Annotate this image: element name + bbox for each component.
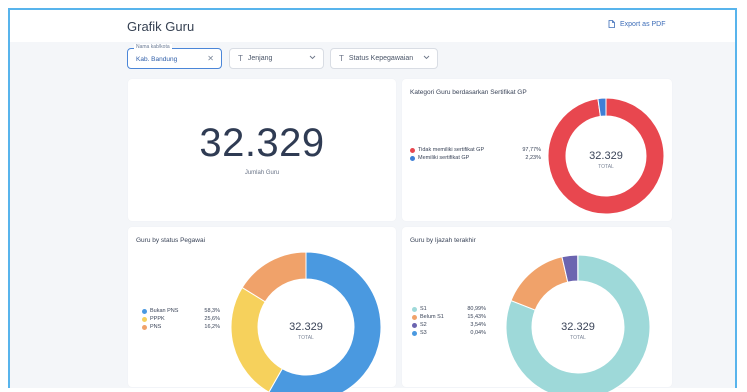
donut-center-label: TOTAL [598,164,614,170]
legend-dot [412,315,417,320]
legend-percent: 0,04% [458,330,486,336]
legend-percent: 3,54% [458,322,486,328]
donut-center-value: 32.329 [289,321,323,333]
legend-item: S3 0,04% [412,329,486,337]
level-filter[interactable]: T Jenjang [229,48,324,69]
legend-percent: 2,23% [516,155,541,161]
legend-percent: 25,6% [190,316,220,322]
donut-slice-pppk[interactable] [231,288,282,392]
certificate-chart-title: Kategori Guru berdasarkan Sertifikat GP [410,89,527,96]
clear-icon[interactable]: ✕ [207,54,214,63]
certificate-legend: Tidak memiliki sertifikat GP 97,77% Memi… [410,146,541,162]
region-filter-label: Nama kab/kota [134,44,172,50]
legend-label: Tidak memiliki sertifikat GP [418,147,516,153]
export-pdf-button[interactable]: Export as PDF [608,20,666,28]
certificate-chart-card: Kategori Guru berdasarkan Sertifikat GP … [402,79,672,221]
status-legend: Bukan PNS 58,3% PPPK 25,6% PNS 16,2% [142,307,220,331]
total-teachers-caption: Jumlah Guru [128,170,396,176]
legend-dot [410,156,415,161]
legend-item: S2 3,54% [412,321,486,329]
legend-dot [142,325,147,330]
certificate-donut-chart: 32.329 TOTAL [542,92,668,220]
legend-label: S2 [420,322,458,328]
text-type-icon: T [339,54,344,63]
pdf-file-icon [608,20,615,28]
header-bar: Grafik Guru Export as PDF [10,10,735,42]
legend-item: PPPK 25,6% [142,315,220,323]
donut-center-label: TOTAL [570,335,586,341]
donut-center-value: 32.329 [589,150,623,162]
donut-center-value: 32.329 [561,321,595,333]
legend-item: Belum S1 15,43% [412,313,486,321]
legend-label: S1 [420,306,458,312]
legend-item: Memiliki sertifikat GP 2,23% [410,154,541,162]
education-donut-chart: 32.329 TOTAL [502,242,662,392]
legend-dot [410,148,415,153]
legend-dot [142,317,147,322]
legend-percent: 80,99% [458,306,486,312]
legend-label: PNS [150,324,190,330]
filter-bar: Nama kab/kota Kab. Bandung ✕ T Jenjang T… [10,42,735,82]
legend-dot [412,331,417,336]
donut-slice-belum-s1[interactable] [511,257,568,310]
app-frame: Grafik Guru Export as PDF Nama kab/kota … [8,8,737,388]
status-chart-card: Guru by status Pegawai Bukan PNS 58,3% P… [128,227,396,387]
donut-center-label: TOTAL [298,335,314,341]
legend-label: PPPK [150,316,190,322]
legend-percent: 58,3% [190,308,220,314]
legend-dot [412,307,417,312]
legend-dot [412,323,417,328]
legend-label: Bukan PNS [150,308,190,314]
chevron-down-icon [309,55,316,62]
total-teachers-value: 32.329 [128,121,396,166]
legend-percent: 15,43% [458,314,486,320]
legend-item: Tidak memiliki sertifikat GP 97,77% [410,146,541,154]
region-filter-value: Kab. Bandung [136,56,177,63]
status-donut-chart: 32.329 TOTAL [226,242,386,392]
legend-item: Bukan PNS 58,3% [142,307,220,315]
education-chart-card: Guru by Ijazah terakhir S1 80,99% Belum … [402,227,672,387]
export-pdf-label: Export as PDF [620,21,666,28]
legend-label: S3 [420,330,458,336]
employment-filter-label: Status Kepegawaian [349,55,413,62]
page-title: Grafik Guru [127,19,194,34]
legend-item: S1 80,99% [412,305,486,313]
level-filter-label: Jenjang [248,55,273,62]
legend-percent: 16,2% [190,324,220,330]
education-chart-title: Guru by Ijazah terakhir [410,237,476,244]
education-legend: S1 80,99% Belum S1 15,43% S2 3,54% S3 0,… [412,305,486,337]
text-type-icon: T [238,54,243,63]
legend-label: Belum S1 [420,314,458,320]
legend-item: PNS 16,2% [142,323,220,331]
legend-dot [142,309,147,314]
employment-filter[interactable]: T Status Kepegawaian [330,48,438,69]
chevron-down-icon [423,55,430,62]
region-filter[interactable]: Nama kab/kota Kab. Bandung ✕ [127,48,222,69]
legend-percent: 97,77% [516,147,541,153]
status-chart-title: Guru by status Pegawai [136,237,205,244]
total-teachers-card: 32.329 Jumlah Guru [128,79,396,221]
legend-label: Memiliki sertifikat GP [418,155,516,161]
